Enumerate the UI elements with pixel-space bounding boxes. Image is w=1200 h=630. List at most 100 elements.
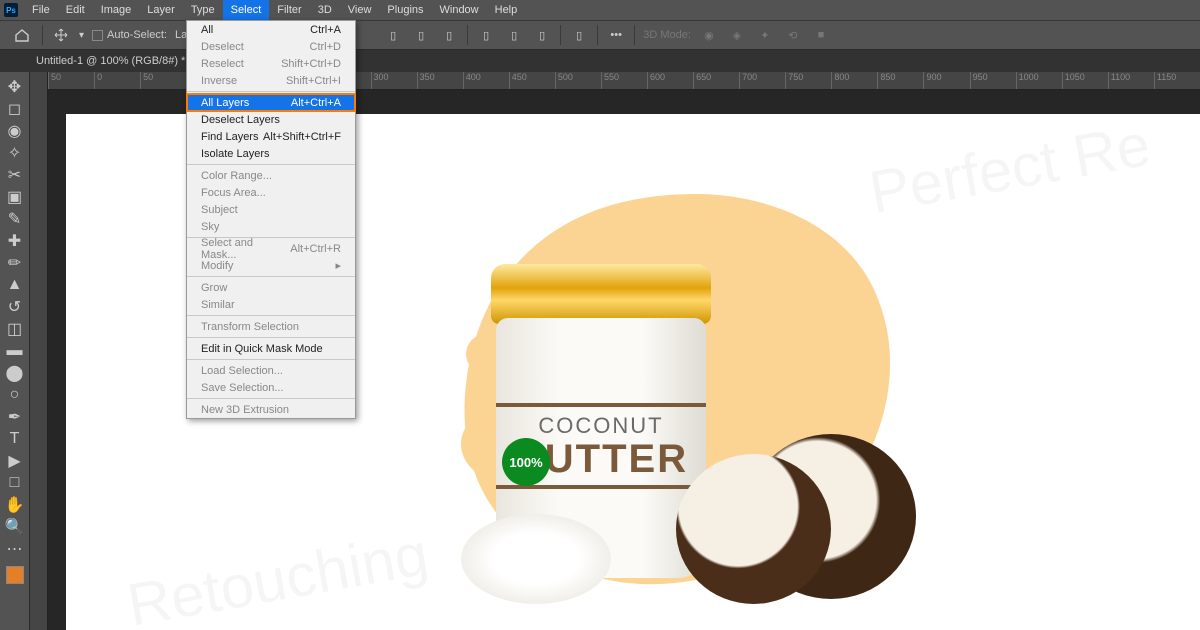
ruler-mark: 1150 bbox=[1154, 72, 1200, 89]
menubar: Ps FileEditImageLayerTypeSelectFilter3DV… bbox=[0, 0, 1200, 20]
eyedropper-tool[interactable]: ✎ bbox=[3, 208, 27, 230]
ruler-mark: 950 bbox=[970, 72, 1016, 89]
wand-tool[interactable]: ✧ bbox=[3, 142, 27, 164]
menu-file[interactable]: File bbox=[24, 0, 58, 20]
ruler-mark: 550 bbox=[601, 72, 647, 89]
ruler-mark: 800 bbox=[831, 72, 877, 89]
ruler-mark: 1100 bbox=[1108, 72, 1154, 89]
align-center-h-icon[interactable]: ▯ bbox=[411, 25, 431, 45]
marquee-tool[interactable]: ◻ bbox=[3, 98, 27, 120]
ruler-mark: 50 bbox=[48, 72, 94, 89]
ruler-mark: 350 bbox=[417, 72, 463, 89]
menu-layer[interactable]: Layer bbox=[139, 0, 183, 20]
crop-tool[interactable]: ✂ bbox=[3, 164, 27, 186]
zoom-tool[interactable]: 🔍 bbox=[3, 516, 27, 538]
menu-item-transform-selection: Transform Selection bbox=[187, 318, 355, 335]
ruler-vertical bbox=[30, 72, 48, 630]
menu-item-grow: Grow bbox=[187, 279, 355, 296]
ruler-mark: 450 bbox=[509, 72, 555, 89]
history-brush-tool[interactable]: ↺ bbox=[3, 296, 27, 318]
menu-type[interactable]: Type bbox=[183, 0, 223, 20]
menu-item-all-layers[interactable]: All LayersAlt+Ctrl+A bbox=[187, 94, 355, 111]
brush-tool[interactable]: ✏ bbox=[3, 252, 27, 274]
align-top-icon[interactable]: ▯ bbox=[476, 25, 496, 45]
menu-item-similar: Similar bbox=[187, 296, 355, 313]
select-menu-dropdown: AllCtrl+ADeselectCtrl+DReselectShift+Ctr… bbox=[186, 20, 356, 419]
gradient-tool[interactable]: ▬ bbox=[3, 340, 27, 362]
auto-select-checkbox[interactable]: Auto-Select: bbox=[92, 29, 167, 41]
ruler-mark: 700 bbox=[739, 72, 785, 89]
ruler-mark: 500 bbox=[555, 72, 601, 89]
product-badge: 100% bbox=[502, 438, 550, 486]
menu-3d[interactable]: 3D bbox=[310, 0, 340, 20]
ruler-mark: 0 bbox=[94, 72, 140, 89]
menu-item-load-selection-: Load Selection... bbox=[187, 362, 355, 379]
menu-item-reselect: ReselectShift+Ctrl+D bbox=[187, 55, 355, 72]
ruler-mark: 850 bbox=[877, 72, 923, 89]
align-bottom-icon[interactable]: ▯ bbox=[532, 25, 552, 45]
3d-icon-5[interactable]: ■ bbox=[811, 25, 831, 45]
path-select-tool[interactable]: ▶ bbox=[3, 450, 27, 472]
3d-icon-2[interactable]: ◈ bbox=[727, 25, 747, 45]
home-icon[interactable] bbox=[10, 23, 34, 47]
ruler-mark: 900 bbox=[923, 72, 969, 89]
lasso-tool[interactable]: ◉ bbox=[3, 120, 27, 142]
coconut-image bbox=[676, 454, 831, 604]
coconut-flakes bbox=[461, 514, 611, 604]
ruler-mark: 600 bbox=[647, 72, 693, 89]
align-right-icon[interactable]: ▯ bbox=[439, 25, 459, 45]
frame-tool[interactable]: ▣ bbox=[3, 186, 27, 208]
more-icon[interactable]: ••• bbox=[606, 25, 626, 45]
menu-help[interactable]: Help bbox=[487, 0, 526, 20]
menu-item-subject: Subject bbox=[187, 201, 355, 218]
3d-icon-3[interactable]: ✦ bbox=[755, 25, 775, 45]
menu-plugins[interactable]: Plugins bbox=[379, 0, 431, 20]
menu-item-save-selection-: Save Selection... bbox=[187, 379, 355, 396]
3d-icon-1[interactable]: ◉ bbox=[699, 25, 719, 45]
document-tab-bar: Untitled-1 @ 100% (RGB/8#) * bbox=[0, 50, 1200, 72]
product-label-line1: COCONUT bbox=[496, 413, 706, 439]
shape-tool[interactable]: □ bbox=[3, 472, 27, 494]
ruler-mark: 750 bbox=[785, 72, 831, 89]
menu-select[interactable]: Select bbox=[223, 0, 270, 20]
hand-tool[interactable]: ✋ bbox=[3, 494, 27, 516]
edit-toolbar[interactable]: ⋯ bbox=[3, 538, 27, 560]
menu-item-deselect-layers[interactable]: Deselect Layers bbox=[187, 111, 355, 128]
menu-item-select-and-mask-: Select and Mask...Alt+Ctrl+R bbox=[187, 240, 355, 257]
toolbox: ✥ ◻ ◉ ✧ ✂ ▣ ✎ ✚ ✏ ▲ ↺ ◫ ▬ ⬤ ○ ✒ T ▶ □ ✋ … bbox=[0, 72, 30, 630]
menu-image[interactable]: Image bbox=[93, 0, 140, 20]
eraser-tool[interactable]: ◫ bbox=[3, 318, 27, 340]
menu-item-all[interactable]: AllCtrl+A bbox=[187, 21, 355, 38]
menu-view[interactable]: View bbox=[340, 0, 380, 20]
ruler-mark: 400 bbox=[463, 72, 509, 89]
type-tool[interactable]: T bbox=[3, 428, 27, 450]
3d-icon-4[interactable]: ⟲ bbox=[783, 25, 803, 45]
ruler-mark: 1050 bbox=[1062, 72, 1108, 89]
heal-tool[interactable]: ✚ bbox=[3, 230, 27, 252]
ruler-mark: 650 bbox=[693, 72, 739, 89]
3d-mode-label: 3D Mode: bbox=[643, 29, 691, 41]
align-center-v-icon[interactable]: ▯ bbox=[504, 25, 524, 45]
menu-item-edit-in-quick-mask-mode[interactable]: Edit in Quick Mask Mode bbox=[187, 340, 355, 357]
document-tab[interactable]: Untitled-1 @ 100% (RGB/8#) * bbox=[36, 55, 185, 67]
distribute-icon[interactable]: ▯ bbox=[569, 25, 589, 45]
menu-item-find-layers[interactable]: Find LayersAlt+Shift+Ctrl+F bbox=[187, 128, 355, 145]
watermark: Retouching bbox=[122, 519, 433, 630]
stamp-tool[interactable]: ▲ bbox=[3, 274, 27, 296]
move-tool[interactable]: ✥ bbox=[3, 76, 27, 98]
align-left-icon[interactable]: ▯ bbox=[383, 25, 403, 45]
photoshop-icon: Ps bbox=[4, 3, 18, 17]
menu-edit[interactable]: Edit bbox=[58, 0, 93, 20]
foreground-color[interactable] bbox=[6, 566, 24, 584]
menu-item-deselect: DeselectCtrl+D bbox=[187, 38, 355, 55]
blur-tool[interactable]: ⬤ bbox=[3, 362, 27, 384]
menu-filter[interactable]: Filter bbox=[269, 0, 309, 20]
menu-window[interactable]: Window bbox=[432, 0, 487, 20]
menu-item-new-3d-extrusion: New 3D Extrusion bbox=[187, 401, 355, 418]
menu-item-inverse: InverseShift+Ctrl+I bbox=[187, 72, 355, 89]
menu-item-isolate-layers[interactable]: Isolate Layers bbox=[187, 145, 355, 162]
pen-tool[interactable]: ✒ bbox=[3, 406, 27, 428]
dodge-tool[interactable]: ○ bbox=[3, 384, 27, 406]
move-tool-icon[interactable] bbox=[51, 25, 71, 45]
ruler-mark: 1000 bbox=[1016, 72, 1062, 89]
